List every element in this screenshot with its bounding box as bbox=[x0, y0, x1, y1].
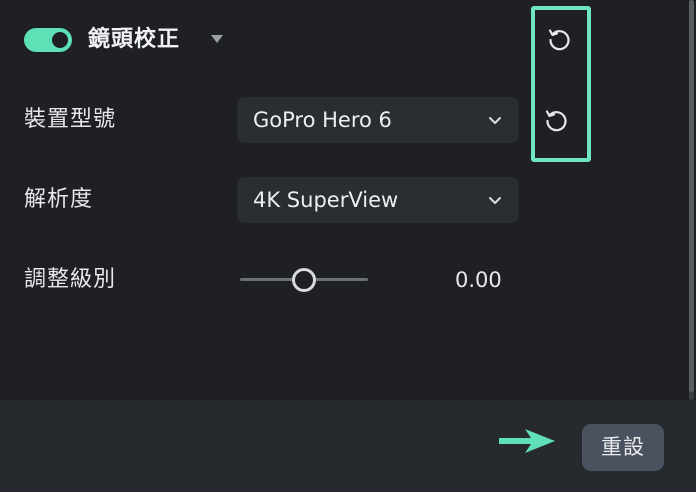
resolution-label: 解析度 bbox=[24, 187, 94, 212]
adjust-level-label: 調整級別 bbox=[24, 267, 117, 292]
scrollbar[interactable] bbox=[689, 0, 694, 400]
reset-icons-highlight bbox=[531, 6, 591, 162]
adjust-level-value: 0.00 bbox=[455, 268, 502, 292]
resolution-value: 4K SuperView bbox=[253, 188, 399, 212]
lens-correction-panel: 鏡頭校正 裝置型號 GoPro Hero 6 解析度 4K SuperView … bbox=[0, 0, 696, 400]
resolution-select[interactable]: 4K SuperView bbox=[237, 177, 519, 223]
device-model-value: GoPro Hero 6 bbox=[253, 108, 392, 132]
scrollbar-thumb[interactable] bbox=[689, 0, 694, 392]
section-title: 鏡頭校正 bbox=[88, 27, 181, 52]
adjust-level-slider-handle[interactable] bbox=[292, 268, 316, 292]
chevron-down-icon bbox=[489, 117, 501, 124]
toggle-knob bbox=[52, 32, 68, 48]
arrow-right-icon bbox=[499, 429, 555, 453]
device-model-label: 裝置型號 bbox=[24, 107, 117, 132]
reset-button[interactable]: 重設 bbox=[582, 424, 664, 471]
chevron-down-icon bbox=[489, 197, 501, 204]
device-model-select[interactable]: GoPro Hero 6 bbox=[237, 97, 519, 143]
lens-correction-toggle[interactable] bbox=[24, 28, 72, 52]
collapse-caret-icon[interactable] bbox=[211, 35, 223, 43]
